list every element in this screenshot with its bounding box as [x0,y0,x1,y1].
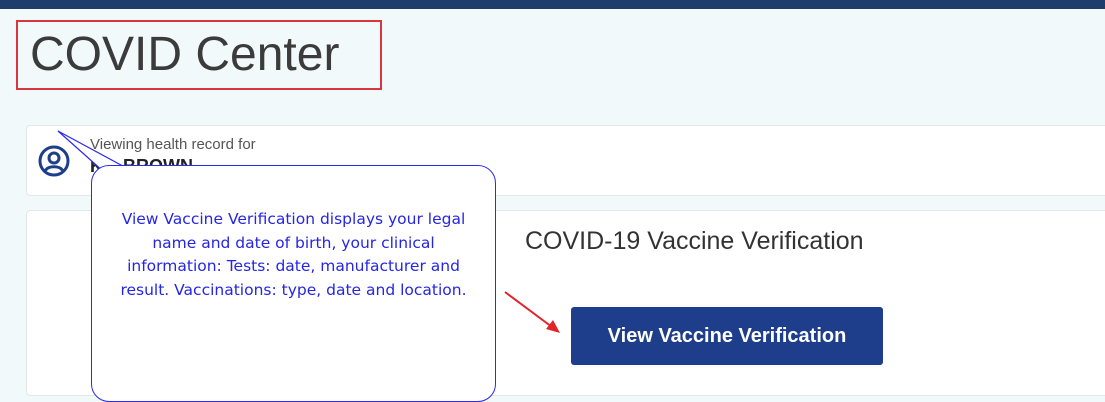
page-title-highlight: COVID Center [16,20,382,90]
annotation-callout: View Vaccine Verification displays your … [91,165,496,402]
viewing-record-label: Viewing health record for [90,136,256,153]
top-header-bar [0,0,1105,9]
view-vaccine-verification-label: View Vaccine Verification [607,324,847,347]
annotation-callout-text: View Vaccine Verification displays your … [120,210,467,299]
vaccine-verification-title: COVID-19 Vaccine Verification [525,227,864,255]
page-title: COVID Center [30,28,340,81]
view-vaccine-verification-button[interactable]: View Vaccine Verification [571,307,883,365]
user-circle-icon[interactable] [38,145,70,177]
